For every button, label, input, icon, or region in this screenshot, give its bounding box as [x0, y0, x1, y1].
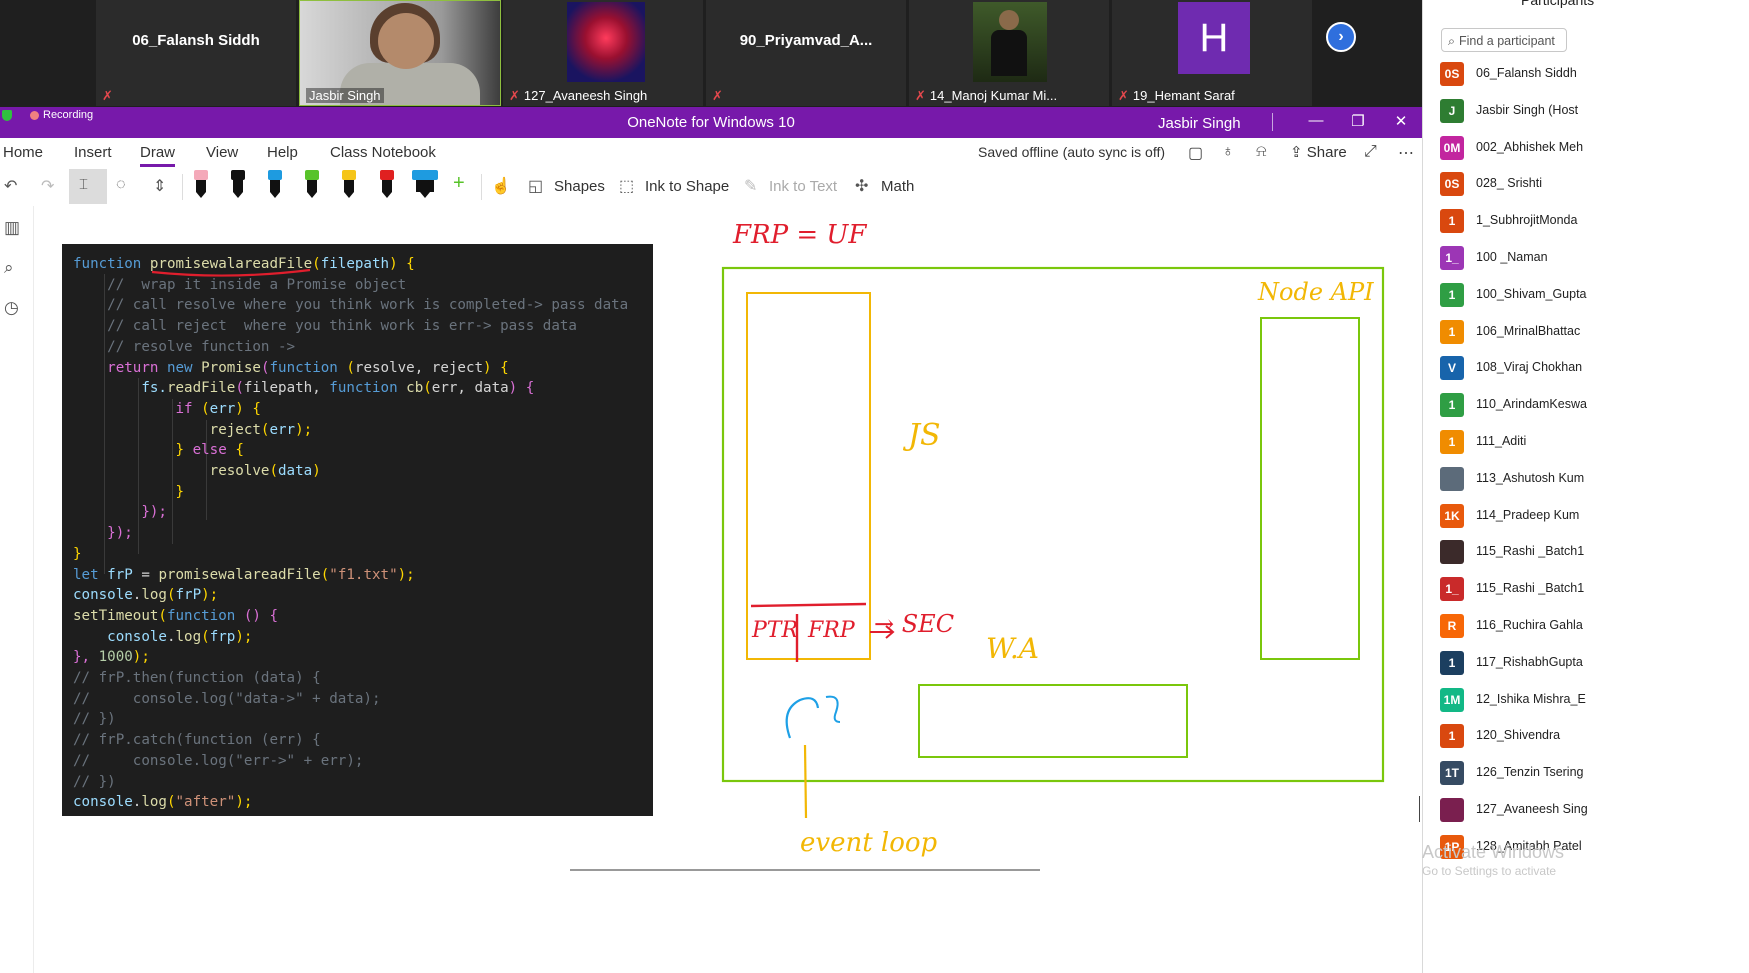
- loop-arrow: [785, 697, 820, 739]
- avatar: 1: [1440, 650, 1464, 675]
- avatar: 1: [1440, 430, 1464, 454]
- avatar: [1440, 466, 1464, 491]
- avatar: 1: [1440, 393, 1464, 418]
- participant-name: 028_ Srishti: [1476, 176, 1543, 191]
- participant-name: 114_Pradeep Kum: [1476, 507, 1580, 522]
- participant-name: 106_MrinalBhattac: [1476, 323, 1581, 338]
- participant-name: 100 _Naman: [1476, 250, 1548, 264]
- participant-row[interactable]: J Jasbir Singh (Host: [1440, 98, 1749, 125]
- search-input[interactable]: ⌕ Find a participant: [1441, 28, 1567, 52]
- avatar: 1: [1440, 724, 1464, 749]
- participants-panel: Participants ⌕ Find a participant 0S 06_Fa…: [1419, 0, 1749, 973]
- participant-row[interactable]: V 108_Viraj Chokhan: [1440, 356, 1749, 382]
- avatar: 1: [1440, 282, 1464, 307]
- participant-row[interactable]: 0M 002_Abhishek Meh: [1440, 135, 1749, 162]
- participant-name: 06_Falansh Siddh: [1476, 66, 1577, 80]
- participant-row[interactable]: 1M 12_Ishika Mishra_E: [1440, 687, 1749, 714]
- avatar: R: [1440, 614, 1464, 638]
- ink-label-node-api: Node API: [1258, 278, 1374, 306]
- participant-row[interactable]: 0S 06_Falansh Siddh: [1440, 62, 1749, 88]
- avatar: 1M: [1440, 687, 1464, 712]
- participant-name: 127_Avaneesh Sing: [1476, 802, 1588, 816]
- ink-line: [803, 744, 808, 819]
- search-icon: ⌕: [1448, 34, 1456, 48]
- avatar: [1440, 798, 1464, 822]
- participant-name: 116_Ruchira Gahla: [1476, 618, 1583, 632]
- avatar: 1: [1440, 319, 1464, 344]
- panel-title: Participants: [1521, 0, 1595, 8]
- avatar: 0S: [1440, 172, 1464, 197]
- participant-row[interactable]: 113_Ashutosh Kum: [1440, 466, 1749, 493]
- avatar: [1440, 540, 1464, 565]
- participant-row[interactable]: 115_Rashi _Batch1: [1440, 540, 1749, 566]
- participant-row[interactable]: 0S 028_ Srishti: [1440, 172, 1749, 198]
- ink-label-sec: → SEC: [874, 610, 955, 638]
- ink-label-event-loop: event loop: [800, 828, 938, 858]
- participant-name: Jasbir Singh (Host: [1476, 102, 1579, 117]
- ink-label-js: JS: [908, 418, 941, 453]
- queue-box: [918, 684, 1188, 758]
- activation-watermark: Activate Windows: [1422, 842, 1565, 862]
- horizontal-scrollbar[interactable]: [570, 869, 1040, 871]
- participant-name: 120_Shivendra: [1476, 728, 1561, 743]
- participant-row[interactable]: 1 120_Shivendra: [1440, 724, 1749, 750]
- avatar: 1T: [1440, 761, 1464, 786]
- participant-row[interactable]: 1 117_RishabhGupta: [1440, 650, 1749, 677]
- avatar: 1_: [1440, 246, 1464, 270]
- participant-name: 002_Abhishek Meh: [1476, 139, 1584, 154]
- participant-row[interactable]: 1K 114_Pradeep Kum: [1440, 503, 1749, 530]
- participant-row[interactable]: 1 111_Aditi: [1440, 430, 1749, 456]
- participant-name: 111_Aditi: [1476, 434, 1527, 448]
- activation-watermark-sub: Go to Settings to activate: [1422, 864, 1557, 878]
- participant-row[interactable]: 1T 126_Tenzin Tsering: [1440, 761, 1749, 787]
- participant-name: 113_Ashutosh Kum: [1476, 470, 1585, 485]
- ink-layer: [151, 266, 1385, 819]
- participant-name: 117_RishabhGupta: [1476, 654, 1583, 669]
- ink-label-ptr: PTR: [752, 618, 799, 643]
- node-api-box: [1260, 317, 1360, 660]
- participant-name: 108_Viraj Chokhan: [1476, 360, 1583, 375]
- participant-row[interactable]: 1_ 100 _Naman: [1440, 246, 1749, 272]
- avatar: 0S: [1440, 62, 1464, 86]
- participant-row[interactable]: 1 100_Shivam_Gupta: [1440, 282, 1749, 309]
- participant-row[interactable]: 1 1_SubhrojitMonda: [1440, 209, 1749, 235]
- ink-line: [750, 602, 867, 608]
- participant-name: 110_ArindamKeswa: [1476, 397, 1587, 412]
- avatar: 1_: [1440, 577, 1464, 602]
- ink-label-frp-uf: FRP = UF: [733, 220, 867, 250]
- avatar: 1: [1440, 209, 1464, 234]
- avatar: V: [1440, 356, 1464, 381]
- participant-name: 100_Shivam_Gupta: [1476, 286, 1587, 301]
- participant-name: 126_Tenzin Tsering: [1476, 765, 1584, 780]
- runtime-box: [721, 266, 1385, 783]
- ink-label-wa: W.A: [986, 632, 1040, 665]
- participant-name: 115_Rashi _Batch1: [1476, 581, 1585, 596]
- avatar: 0M: [1440, 135, 1464, 160]
- avatar: 1K: [1440, 503, 1464, 528]
- participant-name: 1_SubhrojitMonda: [1476, 213, 1578, 228]
- ink-underline: [151, 268, 311, 277]
- participant-row[interactable]: 1_ 115_Rashi _Batch1: [1440, 577, 1749, 603]
- participant-row[interactable]: 1 106_MrinalBhattac: [1440, 319, 1749, 346]
- loop-arrow: [825, 695, 841, 723]
- avatar: J: [1440, 98, 1464, 123]
- participant-row[interactable]: R 116_Ruchira Gahla: [1440, 614, 1749, 640]
- participant-row[interactable]: 1 110_ArindamKeswa: [1440, 393, 1749, 419]
- participant-row[interactable]: 127_Avaneesh Sing: [1440, 798, 1749, 824]
- participant-name: 12_Ishika Mishra_E: [1476, 691, 1586, 706]
- ink-label-frp: FRP: [808, 618, 855, 643]
- participant-name: 115_Rashi _Batch1: [1476, 544, 1585, 559]
